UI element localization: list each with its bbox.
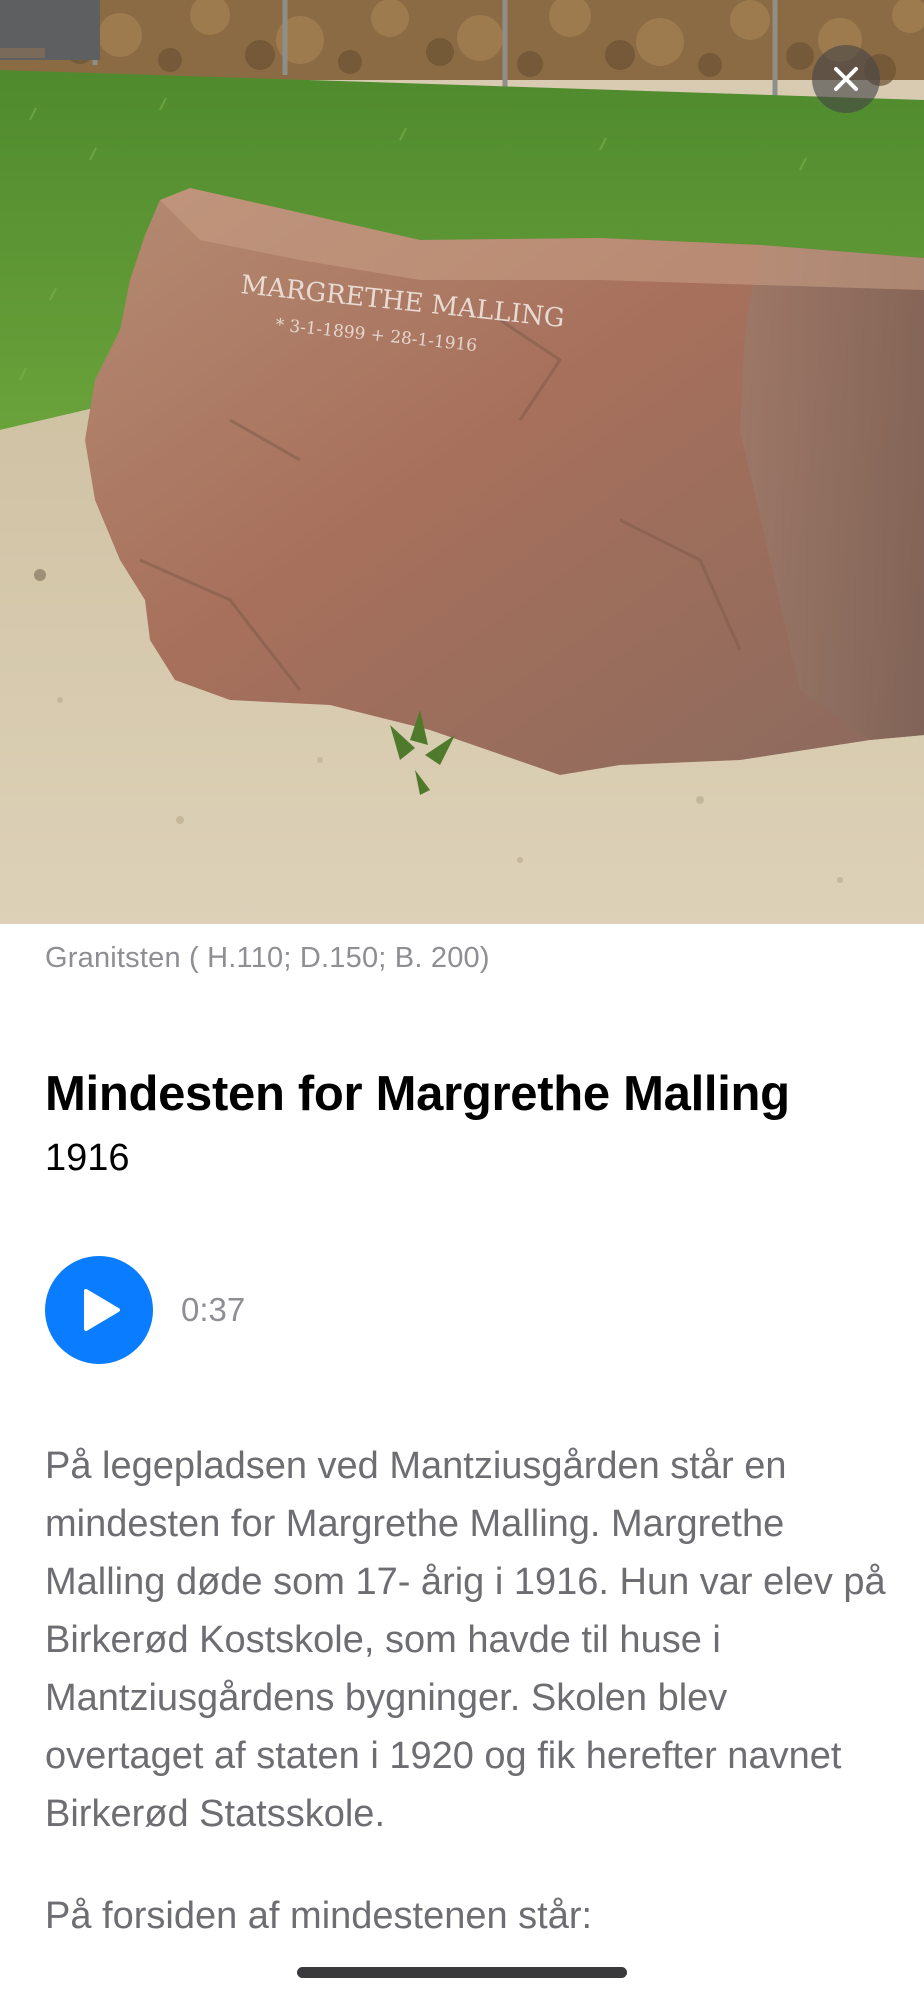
home-indicator[interactable] <box>297 1967 627 1978</box>
audio-duration: 0:37 <box>181 1291 246 1328</box>
memorial-stone-photo: MARGRETHE MALLING * 3-1-1899 + 28-1-1916 <box>0 0 924 924</box>
detail-screen: MARGRETHE MALLING * 3-1-1899 + 28-1-1916… <box>0 0 924 2000</box>
description-paragraph: På legepladsen ved Mantziusgården står e… <box>45 1445 886 1835</box>
photo-caption: Granitsten ( H.110; D.150; B. 200) <box>45 942 490 974</box>
audio-player: 0:37 <box>45 1256 245 1364</box>
year-label: 1916 <box>45 1137 130 1179</box>
play-icon <box>84 1289 120 1331</box>
close-icon <box>834 67 858 91</box>
close-button[interactable] <box>812 45 880 113</box>
description-paragraph-2: På forsiden af mindestenen står: <box>45 1895 593 1937</box>
play-button[interactable] <box>45 1256 153 1364</box>
description: På legepladsen ved Mantziusgården står e… <box>45 1437 895 1945</box>
page-title: Mindesten for Margrethe Malling <box>45 1067 790 1121</box>
